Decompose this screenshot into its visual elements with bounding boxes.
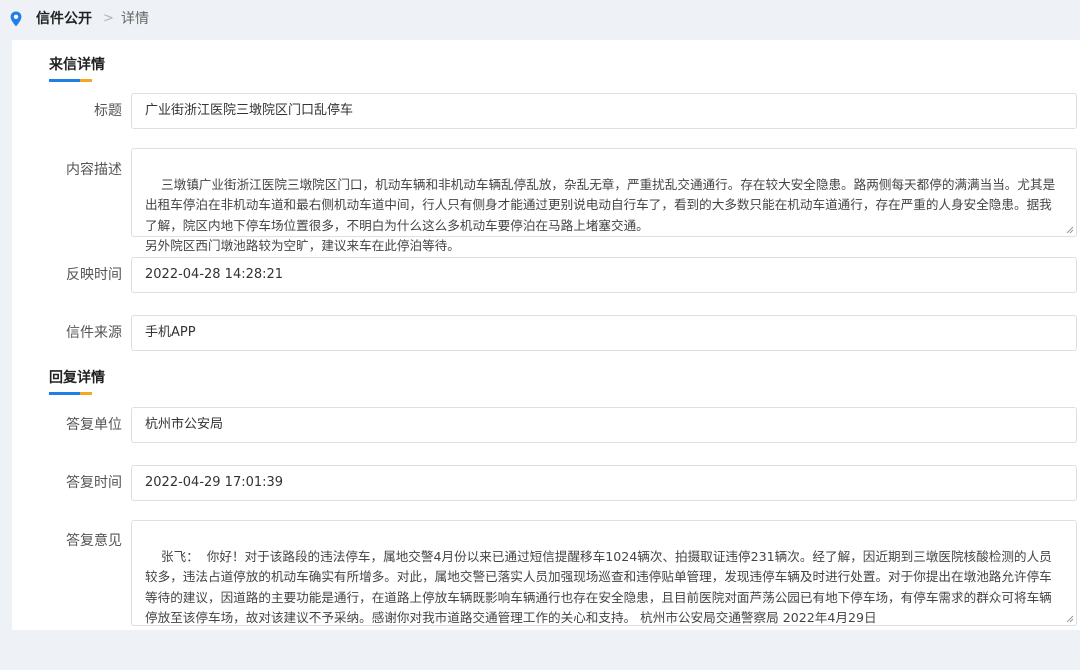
- reply-unit-label: 答复单位: [66, 417, 122, 433]
- content-textarea[interactable]: 三墩镇广业街浙江医院三墩院区门口，机动车辆和非机动车辆乱停乱放，杂乱无章，严重扰…: [131, 148, 1077, 253]
- reply-section-underline: [49, 392, 92, 395]
- reply-time-field[interactable]: 2022-04-29 17:01:39: [131, 465, 1077, 501]
- breadcrumb-bar: 信件公开 > 详情: [0, 0, 1080, 38]
- reply-time-label: 答复时间: [66, 475, 122, 491]
- reply-opinion-text: 张飞： 你好！对于该路段的违法停车，属地交警4月份以来已通过短信提醒移车1024…: [145, 548, 1052, 626]
- breadcrumb-home-link[interactable]: 信件公开: [36, 10, 92, 28]
- submit-time-label: 反映时间: [66, 267, 122, 283]
- title-field[interactable]: 广业街浙江医院三墩院区门口乱停车: [131, 93, 1077, 129]
- breadcrumb-separator: >: [103, 11, 114, 26]
- content-text: 三墩镇广业街浙江医院三墩院区门口，机动车辆和非机动车辆乱停乱放，杂乱无章，严重扰…: [145, 176, 1056, 254]
- reply-section-title: 回复详情: [49, 370, 105, 386]
- letter-section-title: 来信详情: [49, 57, 105, 73]
- breadcrumb-current: 详情: [121, 11, 149, 27]
- letter-section-underline: [49, 79, 92, 82]
- title-label: 标题: [94, 103, 122, 119]
- reply-unit-field[interactable]: 杭州市公安局: [131, 407, 1077, 443]
- reply-opinion-label: 答复意见: [66, 533, 122, 549]
- source-label: 信件来源: [66, 325, 122, 341]
- content-label: 内容描述: [66, 162, 122, 178]
- reply-opinion-textarea[interactable]: 张飞： 你好！对于该路段的违法停车，属地交警4月份以来已通过短信提醒移车1024…: [131, 520, 1077, 626]
- resize-handle-icon[interactable]: [1066, 226, 1074, 234]
- location-pin-icon: [10, 11, 22, 27]
- source-field[interactable]: 手机APP: [131, 315, 1077, 351]
- submit-time-field[interactable]: 2022-04-28 14:28:21: [131, 257, 1077, 293]
- detail-panel: 来信详情 标题 广业街浙江医院三墩院区门口乱停车 内容描述 三墩镇广业街浙江医院…: [12, 40, 1080, 630]
- resize-handle-icon[interactable]: [1066, 615, 1074, 623]
